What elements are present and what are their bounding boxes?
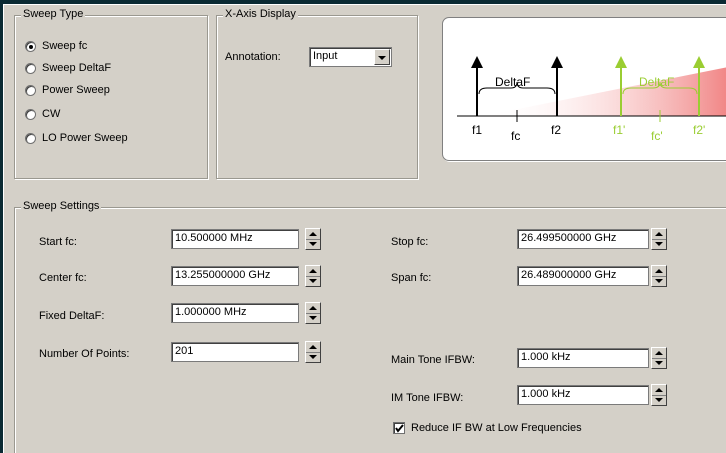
deltaf-text: DeltaF xyxy=(495,75,530,89)
ramp-shape xyxy=(483,67,726,116)
spin-up-icon[interactable] xyxy=(309,306,317,310)
f2-prime-arrow-head xyxy=(693,56,705,68)
main-tone-ifbw-stepper[interactable] xyxy=(651,347,667,369)
f2-text: f2 xyxy=(551,123,561,137)
start-fc-label: Start fc: xyxy=(39,236,77,248)
radio-icon[interactable] xyxy=(25,132,36,144)
spin-down-icon[interactable] xyxy=(309,355,317,359)
radio-selected-icon[interactable] xyxy=(25,40,36,52)
annotation-label: Annotation: xyxy=(225,51,281,63)
spin-up-icon[interactable] xyxy=(655,351,663,355)
spin-down-icon[interactable] xyxy=(309,316,317,320)
spin-down-icon[interactable] xyxy=(655,242,663,246)
x-axis-display-legend: X-Axis Display xyxy=(223,8,298,20)
fc-prime-text: fc' xyxy=(651,129,663,143)
annotation-select[interactable]: Input xyxy=(309,47,392,67)
deltaf-prime-text: DeltaF xyxy=(639,75,674,89)
radio-power-sweep-label: Power Sweep xyxy=(42,84,110,96)
span-fc-stepper[interactable] xyxy=(651,265,667,287)
num-points-field[interactable]: 201 xyxy=(171,342,299,362)
radio-cw-label: CW xyxy=(42,108,61,120)
f1-arrow-head xyxy=(471,56,483,68)
main-tone-ifbw-field[interactable]: 1.000 kHz xyxy=(517,348,649,368)
stop-fc-label: Stop fc: xyxy=(391,236,429,248)
spin-down-icon[interactable] xyxy=(655,398,663,402)
spin-down-icon[interactable] xyxy=(655,361,663,365)
spin-down-icon[interactable] xyxy=(309,279,317,283)
stop-fc-field[interactable]: 26.499500000 GHz xyxy=(517,229,649,249)
span-fc-label: Span fc: xyxy=(391,272,432,284)
radio-sweep-fc[interactable]: Sweep fc xyxy=(25,40,87,52)
chevron-down-icon[interactable] xyxy=(374,49,390,65)
frequency-diagram: DeltaF f1 fc f2 DeltaF f1' fc' f2' xyxy=(442,17,726,161)
f1-text: f1 xyxy=(472,123,482,137)
radio-cw[interactable]: CW xyxy=(25,108,60,120)
im-tone-ifbw-stepper[interactable] xyxy=(651,384,667,406)
frequency-diagram-svg: DeltaF f1 fc f2 DeltaF f1' fc' f2' xyxy=(457,56,726,143)
spin-down-icon[interactable] xyxy=(309,242,317,246)
radio-lo-power-sweep-label: LO Power Sweep xyxy=(42,132,128,144)
x-axis-display-group: X-Axis Display Annotation: Input xyxy=(216,8,418,179)
radio-icon[interactable] xyxy=(25,84,36,96)
spin-down-icon[interactable] xyxy=(655,279,663,283)
radio-power-sweep[interactable]: Power Sweep xyxy=(25,84,110,96)
f2-prime-text: f2' xyxy=(693,123,705,137)
radio-lo-power-sweep[interactable]: LO Power Sweep xyxy=(25,132,128,144)
im-tone-ifbw-field[interactable]: 1.000 kHz xyxy=(517,385,649,405)
f1-prime-arrow-head xyxy=(615,56,627,68)
stop-fc-stepper[interactable] xyxy=(651,228,667,250)
radio-icon[interactable] xyxy=(25,62,36,74)
center-fc-stepper[interactable] xyxy=(305,265,321,287)
f1-prime-text: f1' xyxy=(613,123,625,137)
spin-up-icon[interactable] xyxy=(655,388,663,392)
center-fc-label: Center fc: xyxy=(39,272,87,284)
span-fc-field[interactable]: 26.489000000 GHz xyxy=(517,266,649,286)
sweep-dialog-panel: Sweep Type Sweep fc Sweep DeltaF Power S… xyxy=(3,4,726,453)
annotation-select-value: Input xyxy=(313,50,338,62)
sweep-type-legend: Sweep Type xyxy=(21,8,86,20)
start-fc-field[interactable]: 10.500000 MHz xyxy=(171,229,299,249)
f2-arrow-head xyxy=(551,56,563,68)
fc-text: fc xyxy=(511,129,520,143)
im-tone-ifbw-label: IM Tone IFBW: xyxy=(391,392,464,404)
fixed-deltaf-label: Fixed DeltaF: xyxy=(39,310,105,322)
spin-up-icon[interactable] xyxy=(309,269,317,273)
main-tone-ifbw-label: Main Tone IFBW: xyxy=(391,354,475,366)
spin-up-icon[interactable] xyxy=(309,232,317,236)
spin-up-icon[interactable] xyxy=(655,269,663,273)
radio-sweep-fc-label: Sweep fc xyxy=(42,40,88,52)
radio-icon[interactable] xyxy=(25,108,36,120)
sweep-settings-legend: Sweep Settings xyxy=(21,200,102,212)
fixed-deltaf-field[interactable]: 1.000000 MHz xyxy=(171,303,299,323)
reduce-ifbw-label[interactable]: Reduce IF BW at Low Frequencies xyxy=(411,422,582,434)
radio-sweep-deltaf-label: Sweep DeltaF xyxy=(42,62,112,74)
fixed-deltaf-stepper[interactable] xyxy=(305,302,321,324)
sweep-type-group: Sweep Type Sweep fc Sweep DeltaF Power S… xyxy=(14,8,208,179)
radio-sweep-deltaf[interactable]: Sweep DeltaF xyxy=(25,62,111,74)
spin-up-icon[interactable] xyxy=(309,345,317,349)
num-points-stepper[interactable] xyxy=(305,341,321,363)
spin-up-icon[interactable] xyxy=(655,232,663,236)
sweep-settings-group: Sweep Settings Start fc: 10.500000 MHz C… xyxy=(14,200,726,453)
reduce-ifbw-checkbox[interactable] xyxy=(393,422,405,434)
start-fc-stepper[interactable] xyxy=(305,228,321,250)
checkmark-icon xyxy=(395,424,404,433)
num-points-label: Number Of Points: xyxy=(39,348,130,360)
center-fc-field[interactable]: 13.255000000 GHz xyxy=(171,266,299,286)
